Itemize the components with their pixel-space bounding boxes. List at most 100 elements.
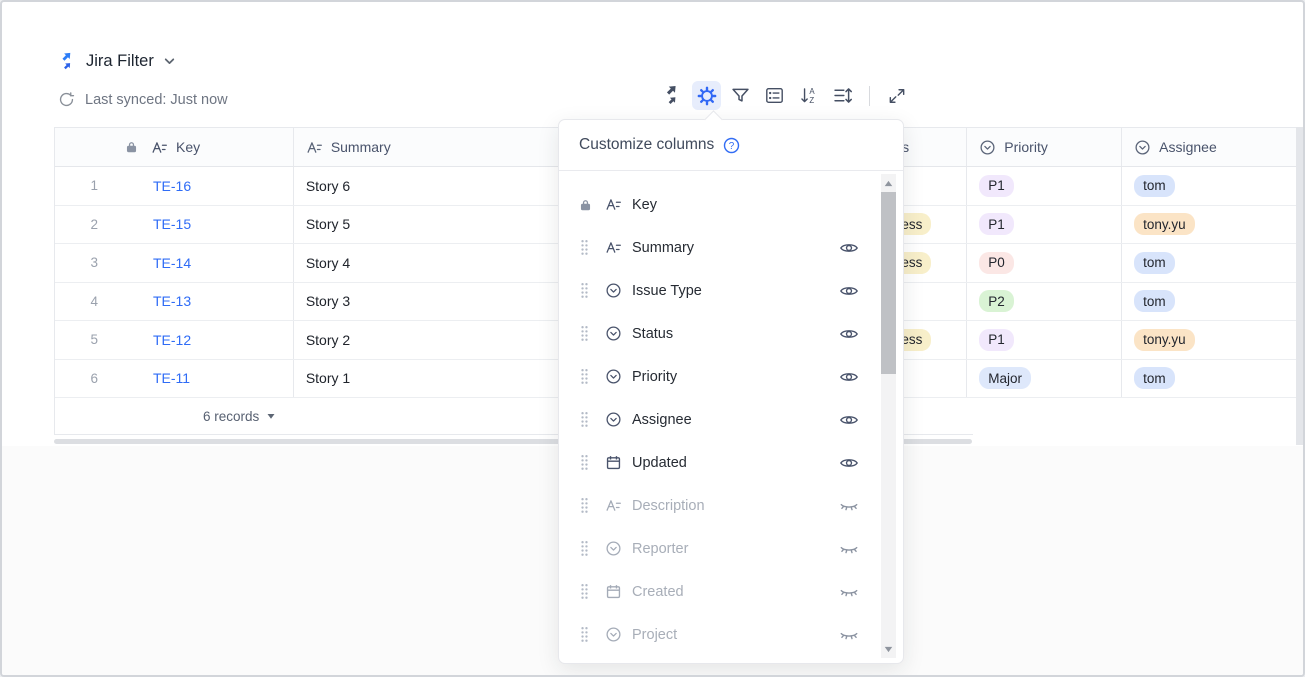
column-item-created[interactable]: Created [559,570,903,613]
issue-key-link[interactable]: TE-14 [153,255,191,271]
view-title-bar[interactable]: Jira Filter [58,52,176,71]
row-number: 1 [67,178,98,193]
popup-column-list: KeySummaryIssue TypeStatusPriorityAssign… [559,171,903,656]
eye-visible-icon[interactable] [839,281,859,301]
popup-scrollbar-thumb[interactable] [881,192,896,374]
drag-handle-icon[interactable] [579,539,590,558]
chevron-down-icon[interactable] [163,55,176,68]
text-field-icon [151,139,168,156]
key-cell[interactable]: 3 TE-14 [55,244,294,282]
column-header-key[interactable]: Key [55,128,294,166]
sort-icon[interactable]: A Z [794,81,823,110]
popup-scrollbar[interactable] [881,174,896,658]
eye-visible-icon[interactable] [839,238,859,258]
assignee-cell[interactable]: tom [1122,360,1302,398]
expand-icon[interactable] [882,81,911,110]
date-field-icon [605,583,622,600]
priority-cell[interactable]: P2 [967,283,1122,321]
issue-key-link[interactable]: TE-11 [153,370,190,386]
issue-key-link[interactable]: TE-15 [153,216,191,232]
key-cell[interactable]: 1 TE-16 [55,167,294,205]
assignee-cell[interactable]: tom [1122,244,1302,282]
drag-handle-icon[interactable] [579,324,590,343]
lock-icon [579,198,592,212]
question-circle-icon[interactable]: ? [723,137,740,154]
select-field-icon [605,626,622,643]
issue-key-link[interactable]: TE-13 [153,293,191,309]
eye-hidden-icon[interactable] [839,625,859,645]
scroll-up-icon[interactable] [881,176,896,190]
eye-visible-icon[interactable] [839,453,859,473]
column-item-summary[interactable]: Summary [559,226,903,269]
row-number: 3 [67,255,98,270]
assignee-cell[interactable]: tony.yu [1122,321,1302,359]
drag-handle-icon[interactable] [579,496,590,515]
drag-handle-icon[interactable] [579,367,590,386]
key-cell[interactable]: 2TE-15 [55,206,294,244]
field-config-icon[interactable] [760,81,789,110]
priority-cell[interactable]: P1 [967,167,1122,205]
column-item-updated[interactable]: Updated [559,441,903,484]
drag-handle-icon[interactable] [579,453,590,472]
column-item-assignee[interactable]: Assignee [559,398,903,441]
lock-icon [125,140,138,154]
eye-visible-icon[interactable] [839,324,859,344]
svg-text:A: A [809,87,815,96]
priority-cell[interactable]: Major [967,360,1122,398]
eye-visible-icon[interactable] [839,367,859,387]
row-number: 6 [67,371,98,386]
sync-status-bar: Last synced: Just now [58,91,228,108]
drag-handle-icon[interactable] [579,281,590,300]
eye-hidden-icon[interactable] [839,582,859,602]
column-item-key[interactable]: Key [559,183,903,226]
eye-visible-icon[interactable] [839,410,859,430]
priority-cell[interactable]: P1 [967,321,1122,359]
assignee-cell[interactable]: tony.yu [1122,206,1302,244]
row-height-icon[interactable] [828,81,857,110]
column-item-reporter[interactable]: Reporter [559,527,903,570]
drag-handle-icon[interactable] [579,582,590,601]
priority-cell[interactable]: P1 [967,206,1122,244]
drag-handle-icon[interactable] [579,625,590,644]
column-item-status[interactable]: Status [559,312,903,355]
select-field-icon [605,325,622,342]
app-window: Jira Filter Last synced: Just now [0,0,1305,677]
assignee-cell[interactable]: tom [1122,167,1302,205]
select-field-icon [605,540,622,557]
eye-hidden-icon[interactable] [839,496,859,516]
row-number: 4 [67,294,98,309]
text-field-icon [605,497,622,514]
vertical-scrollbar[interactable] [1296,127,1303,445]
priority-cell[interactable]: P0 [967,244,1122,282]
assignee-cell[interactable]: tom [1122,283,1302,321]
issue-key-link[interactable]: TE-12 [153,332,191,348]
view-title: Jira Filter [86,52,154,71]
key-cell[interactable]: 4 TE-13 [55,283,294,321]
column-item-project[interactable]: Project [559,613,903,656]
drag-handle-icon[interactable] [579,410,590,429]
svg-text:?: ? [729,140,735,151]
select-field-icon [979,139,996,156]
column-item-description[interactable]: Description [559,484,903,527]
key-cell[interactable]: 5TE-12 [55,321,294,359]
jira-sync-icon[interactable] [658,81,687,110]
column-item-issue-type[interactable]: Issue Type [559,269,903,312]
text-field-icon [605,239,622,256]
record-count[interactable]: 6 records [203,409,259,424]
record-count-dropdown-icon[interactable] [266,411,276,421]
scroll-down-icon[interactable] [881,642,896,656]
filter-icon[interactable] [726,81,755,110]
select-field-icon [605,368,622,385]
customize-columns-popup: Customize columns ? KeySummaryIssue Type… [558,119,904,664]
drag-handle-icon[interactable] [579,238,590,257]
refresh-icon[interactable] [58,91,75,108]
select-field-icon [605,282,622,299]
select-field-icon [605,411,622,428]
eye-hidden-icon[interactable] [839,539,859,559]
issue-key-link[interactable]: TE-16 [153,178,191,194]
column-item-priority[interactable]: Priority [559,355,903,398]
key-cell[interactable]: 6 TE-11 [55,360,294,398]
column-header-priority[interactable]: Priority [967,128,1122,166]
column-header-assignee[interactable]: Assignee [1122,128,1302,166]
settings-gear-icon[interactable] [692,81,721,110]
